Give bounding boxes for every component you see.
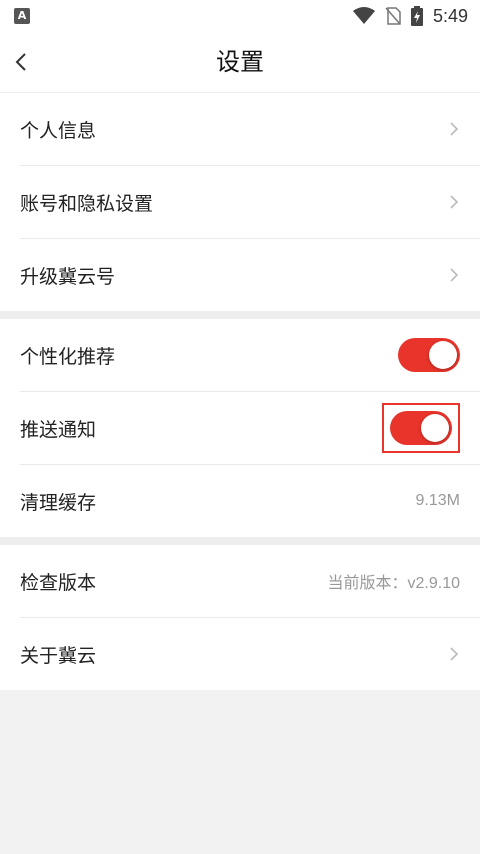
upgrade-account-item[interactable]: 升级冀云号 [20, 239, 480, 311]
personalized-recommend-label: 个性化推荐 [20, 345, 116, 368]
header: 设置 [0, 32, 480, 93]
account-section: 个人信息 账号和隐私设置 升级冀云号 [0, 93, 480, 311]
wifi-icon [352, 7, 375, 24]
personal-info-label: 个人信息 [20, 119, 97, 142]
status-bar: A 5:49 [0, 0, 480, 32]
about-item[interactable]: 关于冀云 [20, 618, 480, 690]
about-label: 关于冀云 [20, 644, 97, 667]
check-version-item[interactable]: 检查版本 当前版本：v2.9.10 [20, 545, 480, 618]
push-notification-item: 推送通知 [20, 392, 480, 465]
account-privacy-item[interactable]: 账号和隐私设置 [20, 166, 480, 239]
chevron-right-icon [450, 268, 459, 282]
toggle-knob [429, 341, 457, 369]
page-title: 设置 [216, 48, 264, 76]
account-privacy-label: 账号和隐私设置 [20, 192, 154, 215]
personalized-recommend-toggle[interactable] [398, 338, 460, 372]
section-divider [0, 311, 480, 319]
status-time: 5:49 [432, 5, 468, 26]
cache-size-value: 9.13M [415, 492, 460, 509]
clear-cache-label: 清理缓存 [20, 491, 97, 514]
chevron-left-icon [15, 53, 26, 71]
preferences-section: 个性化推荐 推送通知 清理缓存 9.13M [0, 319, 480, 537]
current-version-value: 当前版本：v2.9.10 [327, 575, 461, 592]
chevron-right-icon [450, 122, 459, 136]
clear-cache-item[interactable]: 清理缓存 9.13M [20, 465, 480, 537]
personalized-recommend-item: 个性化推荐 [20, 319, 480, 392]
push-notification-label: 推送通知 [20, 418, 97, 441]
check-version-label: 检查版本 [20, 571, 97, 594]
about-section: 检查版本 当前版本：v2.9.10 关于冀云 [0, 545, 480, 690]
back-button[interactable] [8, 46, 40, 78]
personal-info-item[interactable]: 个人信息 [20, 93, 480, 166]
push-notification-toggle[interactable] [390, 411, 452, 445]
no-sim-icon [385, 7, 401, 25]
toggle-knob [421, 414, 449, 442]
section-divider [0, 537, 480, 545]
app-notification-icon: A [14, 8, 30, 24]
chevron-right-icon [450, 195, 459, 209]
chevron-right-icon [450, 647, 459, 661]
highlight-box [382, 403, 460, 453]
status-icons: 5:49 [352, 5, 468, 27]
upgrade-account-label: 升级冀云号 [20, 265, 116, 288]
battery-charging-icon [410, 6, 423, 26]
